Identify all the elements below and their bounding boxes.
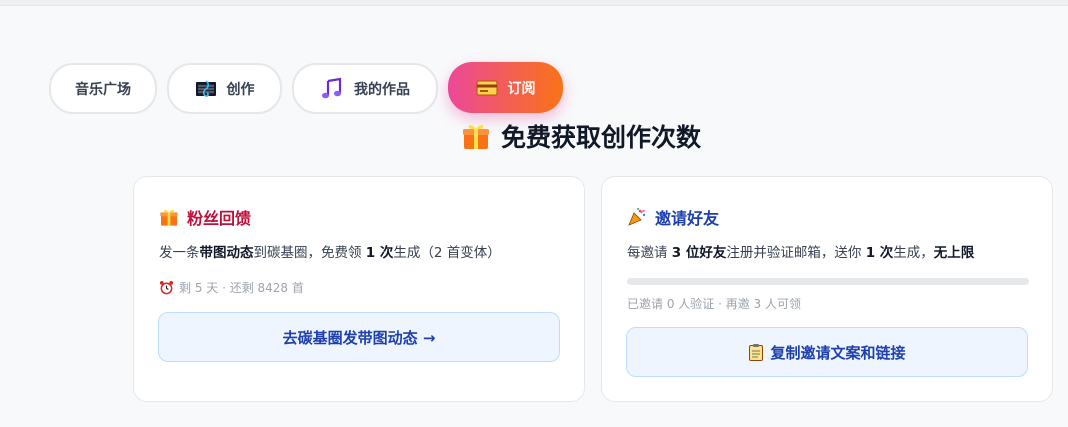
top-divider [0, 0, 1068, 6]
countdown-meta: 剩 5 天 · 还剩 8428 首 [159, 279, 304, 296]
desc-text: 发一条 [159, 245, 200, 261]
tab-label: 我的作品 [354, 81, 410, 98]
section-title-text: 免费获取创作次数 [501, 123, 702, 152]
invite-friends-card: 邀请好友 每邀请 3 位好友注册并验证邮箱，送你 1 次生成，无上限 已邀请 0… [601, 176, 1053, 402]
card-description: 发一条带图动态到碳基圈，免费领 1 次生成（2 首变体） [159, 241, 564, 261]
desc-highlight: 3 位好友 [671, 245, 727, 261]
card-header: 粉丝回馈 [159, 205, 251, 229]
tab-label: 音乐广场 [75, 81, 131, 98]
desc-text: 每邀请 [627, 245, 668, 261]
meta-text: 已邀请 0 人验证 · 再邀 3 人可领 [627, 297, 801, 311]
invite-progress-bar [627, 278, 1029, 285]
tab-create[interactable]: 创作 [167, 63, 282, 114]
button-label: 去碳基圈发带图动态 → [282, 328, 436, 347]
desc-text: 生成（2 首变体） [393, 245, 501, 261]
desc-highlight: 带图动态 [199, 245, 254, 261]
meta-text: 剩 5 天 · 还剩 8428 首 [179, 281, 304, 295]
tab-subscribe[interactable]: 订阅 [448, 62, 563, 113]
gift-icon [159, 207, 179, 227]
desc-text: 到碳基圈，免费领 [253, 245, 362, 261]
tab-music-square[interactable]: 音乐广场 [49, 63, 157, 114]
button-label: 复制邀请文案和链接 [770, 343, 906, 362]
section-title: 免费获取创作次数 [461, 118, 701, 154]
party-popper-icon [627, 207, 647, 227]
tab-label: 创作 [226, 81, 255, 98]
desc-highlight: 无上限 [933, 245, 975, 261]
card-title: 邀请好友 [655, 209, 720, 228]
post-image-update-button[interactable]: 去碳基圈发带图动态 → [158, 312, 560, 362]
alarm-clock-icon [159, 280, 174, 295]
card-title: 粉丝回馈 [187, 209, 252, 228]
tab-my-works[interactable]: 我的作品 [292, 63, 438, 114]
desc-highlight: 1 次 [865, 245, 894, 261]
card-icon [476, 80, 498, 96]
music-clef-icon [195, 78, 217, 100]
desc-text: 生成， [893, 245, 934, 261]
desc-text: 注册并验证邮箱，送你 [726, 245, 862, 261]
copy-invite-link-button[interactable]: 复制邀请文案和链接 [626, 327, 1028, 377]
gift-icon [461, 121, 491, 151]
tab-label: 订阅 [507, 80, 536, 97]
fans-feedback-card: 粉丝回馈 发一条带图动态到碳基圈，免费领 1 次生成（2 首变体） 剩 5 天 … [133, 176, 585, 402]
invite-progress-meta: 已邀请 0 人验证 · 再邀 3 人可领 [627, 295, 801, 312]
desc-highlight: 1 次 [365, 245, 394, 261]
music-note-icon [320, 77, 344, 101]
card-description: 每邀请 3 位好友注册并验证邮箱，送你 1 次生成，无上限 [627, 241, 1032, 261]
clipboard-icon [748, 343, 764, 361]
card-header: 邀请好友 [627, 205, 719, 229]
